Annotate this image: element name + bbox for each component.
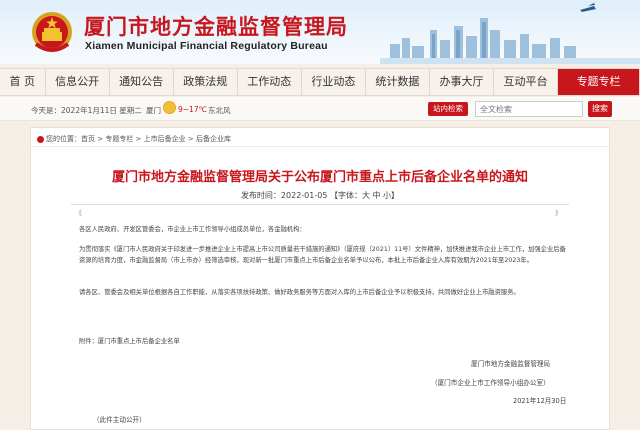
article-title: 厦门市地方金融监督管理局关于公布厦门市重点上市后备企业名单的通知 [111, 170, 528, 185]
nav-item-8[interactable]: 互动平台 [494, 69, 559, 95]
paragraph-2: 请各区、管委会及相关单位根据各自工作职能，从落实各项扶持政策、做好政务服务等方面… [79, 289, 520, 296]
publish-meta: 发布时间：2022-01-05 【字体：大 中 小】 [240, 191, 400, 200]
signature-org: 厦门市地方金融监督管理局 [471, 360, 551, 368]
weather-city: 厦门 [146, 106, 161, 115]
divider [31, 146, 609, 147]
nav-item-7[interactable]: 办事大厅 [430, 69, 494, 95]
info-bar: 今天是：2022年1月11日 星期二 厦门 9~17℃ 东北风 站内检索 搜索 [0, 97, 640, 121]
weather-wind: 东北风 [208, 106, 231, 115]
footnote: （此件主动公开） [93, 416, 146, 424]
nav-item-0[interactable]: 首 页 [0, 69, 46, 95]
nav-item-3[interactable]: 政策法规 [174, 69, 238, 95]
salutation: 各区人民政府、开发区管委会，市企业上市工作领导小组成员单位，各金融机构： [79, 226, 306, 233]
main-nav: 首 页信息公开 通知公告 政策法规 工作动态 行业动态 统计数据 办事大厅 互动平台 专题专栏 [0, 68, 640, 96]
site-search-button[interactable]: 站内检索 [428, 102, 468, 116]
current-date: 今天是：2022年1月11日 星期二 [31, 106, 142, 115]
next-quote-mark: 》 [555, 209, 562, 217]
header-banner: 厦门市地方金融监督管理局 Xiamen Municipal Financial … [0, 0, 640, 64]
site-subtitle: Xiamen Municipal Financial Regulatory Bu… [85, 40, 328, 52]
weather-temperature: 9~17℃ [178, 105, 208, 114]
nav-item-6[interactable]: 统计数据 [366, 69, 430, 95]
sun-icon [163, 101, 176, 114]
search-input[interactable] [475, 101, 583, 117]
paragraph-1: 为贯彻落实《厦门市人民政府关于印发进一步推进企业上市提高上市公司质量若干措施的通… [79, 246, 566, 264]
divider [71, 204, 569, 205]
attachment-link[interactable]: 附件：厦门市重点上市后备企业名单 [79, 336, 569, 347]
site-title: 厦门市地方金融监督管理局 [84, 15, 348, 39]
city-skyline-image [380, 3, 640, 64]
nav-item-9[interactable]: 专题专栏 [558, 69, 640, 95]
search-button[interactable]: 搜索 [588, 101, 612, 117]
nav-item-5[interactable]: 行业动态 [302, 69, 366, 95]
signature-date: 2021年12月30日 [513, 397, 567, 405]
breadcrumb: 您的位置：首页 > 专题专栏 > 上市后备企业 > 后备企业库 [37, 134, 231, 144]
signature-office: （厦门市企业上市工作领导小组办公室） [431, 379, 550, 387]
national-emblem-icon [32, 12, 72, 52]
location-pin-icon [37, 135, 44, 143]
nav-item-1[interactable]: 信息公开 [46, 69, 110, 95]
nav-item-2[interactable]: 通知公告 [110, 69, 174, 95]
prev-quote-mark: 《 [75, 209, 82, 217]
breadcrumb-text: 您的位置：首页 > 专题专栏 > 上市后备企业 > 后备企业库 [46, 135, 231, 143]
nav-item-4[interactable]: 工作动态 [238, 69, 302, 95]
article-panel: 您的位置：首页 > 专题专栏 > 上市后备企业 > 后备企业库 厦门市地方金融监… [30, 127, 610, 430]
